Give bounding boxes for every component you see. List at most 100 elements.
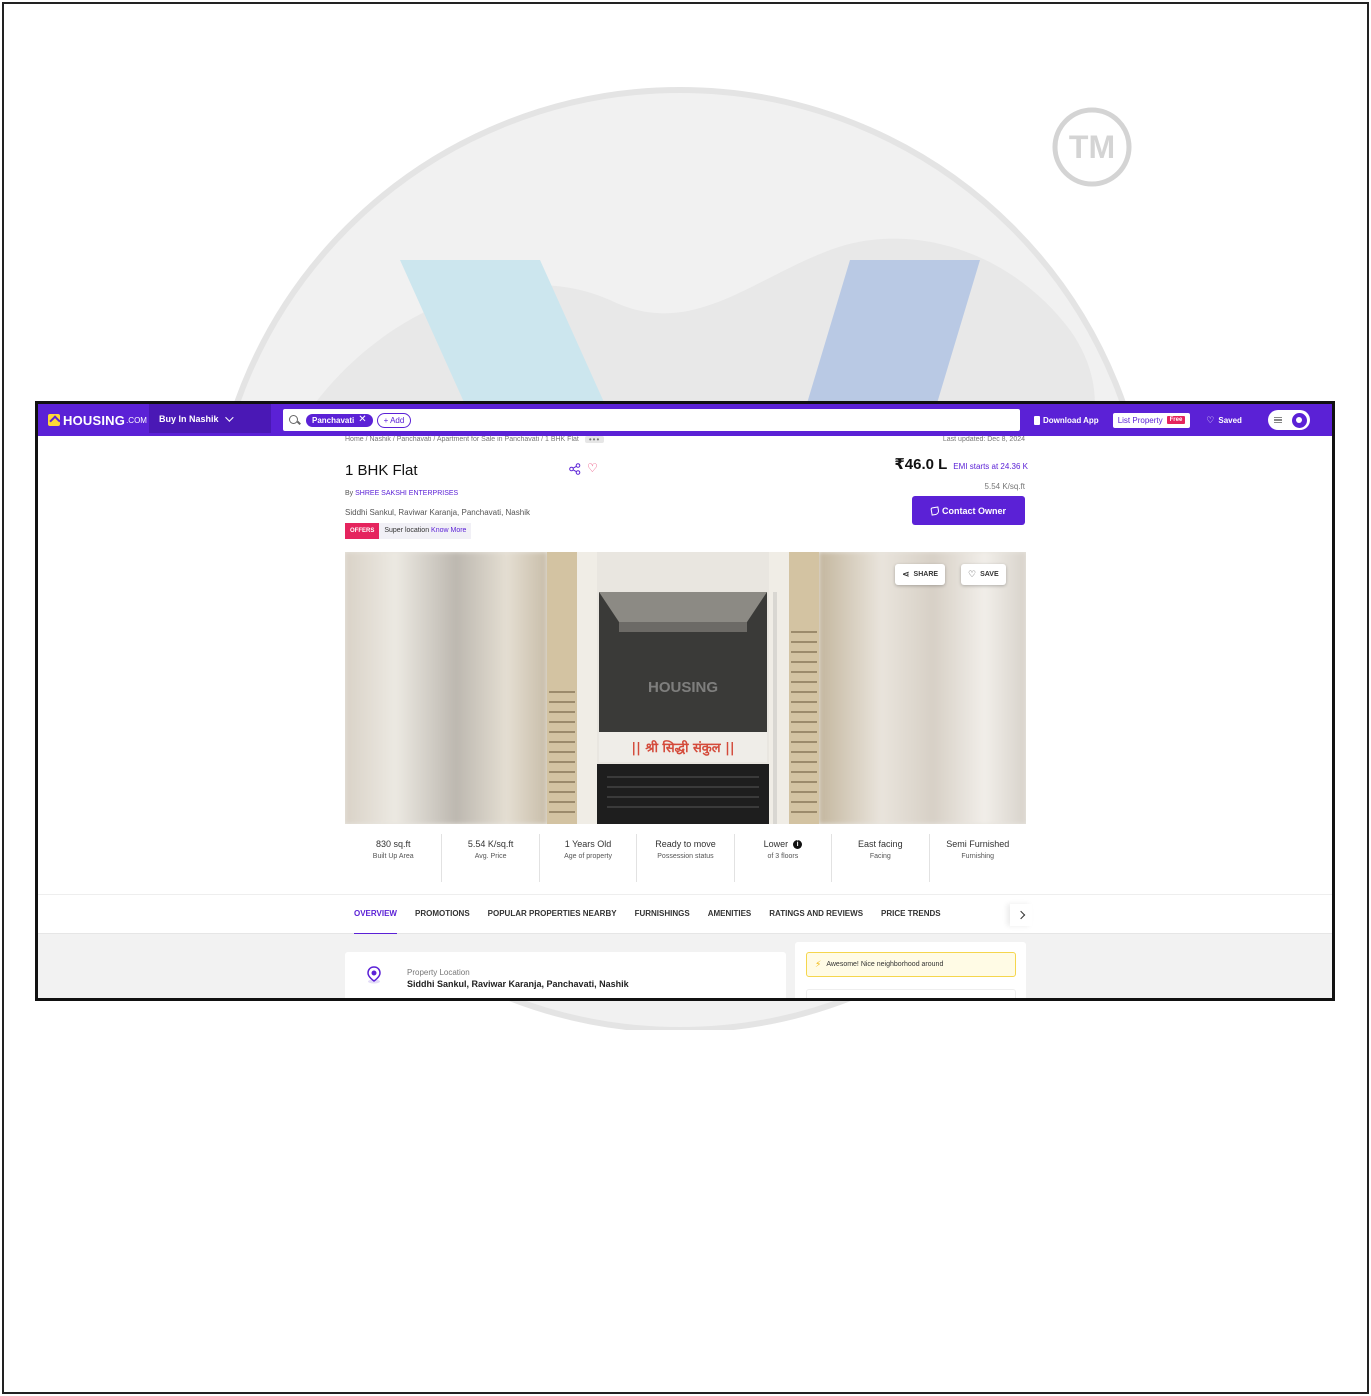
city-dropdown[interactable]: Buy In Nashik bbox=[149, 404, 271, 436]
offers-banner: OFFERS Super location Know More bbox=[345, 523, 472, 539]
gallery-share-label: SHARE bbox=[913, 571, 939, 578]
home-logo-icon bbox=[48, 414, 60, 426]
share-icon[interactable] bbox=[569, 463, 581, 475]
stat-value: Lower bbox=[763, 839, 789, 849]
breadcrumb: Home / Nashik / Panchavati / Apartment f… bbox=[345, 436, 605, 444]
logo-suffix: .COM bbox=[126, 415, 147, 425]
gallery-blur-left bbox=[345, 552, 547, 824]
favorite-heart-icon[interactable]: ♡ bbox=[587, 461, 598, 475]
page-title: 1 BHK Flat bbox=[345, 462, 418, 479]
photo-gallery[interactable]: || श्री सिद्धी संकुल || HOUSING ⋖ SHARE … bbox=[345, 552, 1026, 824]
developer-byline: By SHREE SAKSHI ENTERPRISES bbox=[345, 490, 458, 497]
phone-icon bbox=[930, 505, 940, 516]
tab-furnishings[interactable]: FURNISHINGS bbox=[635, 895, 690, 935]
breadcrumb-path[interactable]: Home / Nashik / Panchavati / Apartment f… bbox=[345, 436, 579, 443]
menu-icon bbox=[1273, 417, 1282, 423]
gallery-blur-right bbox=[819, 552, 1026, 824]
stat-label: Furnishing bbox=[961, 853, 995, 860]
developer-link[interactable]: SHREE SAKSHI ENTERPRISES bbox=[355, 490, 458, 497]
tab-amenities[interactable]: AMENITIES bbox=[708, 895, 752, 935]
offers-tag: OFFERS bbox=[345, 523, 380, 539]
emi-link[interactable]: EMI starts at 24.36 K bbox=[953, 462, 1028, 471]
know-more-link[interactable]: Know More bbox=[431, 527, 466, 534]
logo-text: HOUSING bbox=[63, 412, 126, 428]
stat-value: East facing bbox=[858, 839, 903, 849]
heart-icon: ♡ bbox=[968, 569, 977, 579]
saved-label: Saved bbox=[1218, 415, 1242, 425]
stat-label: Age of property bbox=[564, 853, 612, 860]
chevron-right-icon bbox=[1016, 910, 1026, 920]
price-block: ₹46.0 L EMI starts at 24.36 K bbox=[894, 455, 1028, 473]
details-section: Property Location Siddhi Sankul, Raviwar… bbox=[38, 934, 1332, 998]
saved-button[interactable]: ♡ Saved bbox=[1206, 415, 1242, 426]
stat-furnishing: Semi Furnished Furnishing bbox=[930, 834, 1026, 882]
neighborhood-banner: ⚡ Awesome! Nice neighborhood around bbox=[806, 952, 1016, 977]
tab-promotions[interactable]: PROMOTIONS bbox=[415, 895, 470, 935]
add-locality-button[interactable]: + Add bbox=[376, 412, 412, 428]
list-property-button[interactable]: List Property Free bbox=[1112, 412, 1191, 428]
location-value: Siddhi Sankul, Raviwar Karanja, Panchava… bbox=[407, 979, 629, 989]
listing-screenshot: HOUSING .COM Buy In Nashik Panchavati ✕ … bbox=[35, 401, 1335, 1001]
stat-built-up-area: 830 sq.ft Built Up Area bbox=[345, 834, 443, 882]
info-icon[interactable]: i bbox=[793, 840, 803, 850]
download-app-label: Download App bbox=[1043, 415, 1099, 425]
stat-value: Ready to move bbox=[655, 839, 716, 849]
chevron-down-icon bbox=[224, 412, 234, 422]
housing-watermark: HOUSING bbox=[648, 679, 718, 696]
neighborhood-subcard bbox=[806, 989, 1016, 998]
building-sign: || श्री सिद्धी संकुल || bbox=[631, 740, 734, 756]
price-per-sqft: 5.54 K/sq.ft bbox=[984, 482, 1025, 491]
stat-label: Possession status bbox=[657, 853, 714, 860]
list-property-label: List Property bbox=[1117, 415, 1163, 425]
price-value: ₹46.0 L bbox=[894, 456, 948, 473]
search-icon bbox=[289, 414, 300, 426]
close-icon[interactable]: ✕ bbox=[358, 415, 366, 425]
neighborhood-card: ⚡ Awesome! Nice neighborhood around bbox=[795, 942, 1026, 998]
building-photo[interactable]: || श्री सिद्धी संकुल || HOUSING bbox=[547, 552, 819, 824]
contact-owner-label: Contact Owner bbox=[941, 505, 1006, 516]
city-label: Buy In Nashik bbox=[159, 413, 219, 424]
property-address: Siddhi Sankul, Raviwar Karanja, Panchava… bbox=[345, 508, 530, 517]
stat-label: Built Up Area bbox=[372, 853, 414, 860]
tab-price-trends[interactable]: PRICE TRENDS bbox=[881, 895, 941, 935]
gallery-save-label: SAVE bbox=[980, 571, 999, 578]
stat-label: Avg. Price bbox=[474, 853, 507, 860]
stat-possession: Ready to move Possession status bbox=[637, 834, 735, 882]
avatar bbox=[1291, 412, 1307, 428]
gallery-share-button[interactable]: ⋖ SHARE bbox=[895, 564, 946, 585]
top-navbar: HOUSING .COM Buy In Nashik Panchavati ✕ … bbox=[38, 404, 1332, 436]
free-badge: Free bbox=[1166, 416, 1186, 424]
section-tabs: OVERVIEW PROMOTIONS POPULAR PROPERTIES N… bbox=[354, 895, 959, 935]
locality-chip[interactable]: Panchavati ✕ bbox=[306, 413, 373, 427]
stat-label: of 3 floors bbox=[767, 853, 799, 861]
contact-owner-button[interactable]: Contact Owner bbox=[912, 496, 1025, 525]
tab-overview[interactable]: OVERVIEW bbox=[354, 895, 397, 935]
gallery-save-button[interactable]: ♡ SAVE bbox=[961, 564, 1006, 585]
tab-ratings-reviews[interactable]: RATINGS AND REVIEWS bbox=[769, 895, 863, 935]
offer-text: Super location Know More bbox=[379, 523, 472, 539]
stat-label: Facing bbox=[869, 853, 891, 860]
stat-floor: Lower i of 3 floors bbox=[735, 834, 833, 882]
search-bar[interactable]: Panchavati ✕ + Add bbox=[283, 409, 1020, 431]
share-icon: ⋖ bbox=[902, 569, 910, 579]
locality-chip-label: Panchavati bbox=[312, 415, 355, 425]
stat-age: 1 Years Old Age of property bbox=[540, 834, 638, 882]
heart-icon: ♡ bbox=[1206, 414, 1215, 425]
location-label: Property Location bbox=[407, 968, 470, 977]
housing-logo[interactable]: HOUSING .COM bbox=[38, 404, 148, 436]
neighborhood-text: Awesome! Nice neighborhood around bbox=[826, 961, 944, 968]
profile-menu[interactable] bbox=[1267, 410, 1310, 430]
stat-facing: East facing Facing bbox=[832, 834, 930, 882]
stat-value: 5.54 K/sq.ft bbox=[467, 839, 514, 849]
breadcrumb-more-button[interactable]: ••• bbox=[584, 436, 605, 444]
key-stats: 830 sq.ft Built Up Area 5.54 K/sq.ft Avg… bbox=[345, 834, 1026, 882]
location-card: Property Location Siddhi Sankul, Raviwar… bbox=[345, 952, 786, 998]
stat-value: Semi Furnished bbox=[946, 839, 1010, 849]
tabs-next-button[interactable] bbox=[1010, 904, 1032, 926]
download-app-button[interactable]: Download App bbox=[1034, 415, 1099, 425]
location-pin-icon bbox=[367, 966, 381, 984]
section-tabs-bar: OVERVIEW PROMOTIONS POPULAR PROPERTIES N… bbox=[38, 894, 1332, 935]
tab-popular-properties[interactable]: POPULAR PROPERTIES NEARBY bbox=[488, 895, 617, 935]
offer-label: Super location bbox=[384, 527, 432, 534]
stat-avg-price: 5.54 K/sq.ft Avg. Price bbox=[442, 834, 540, 882]
